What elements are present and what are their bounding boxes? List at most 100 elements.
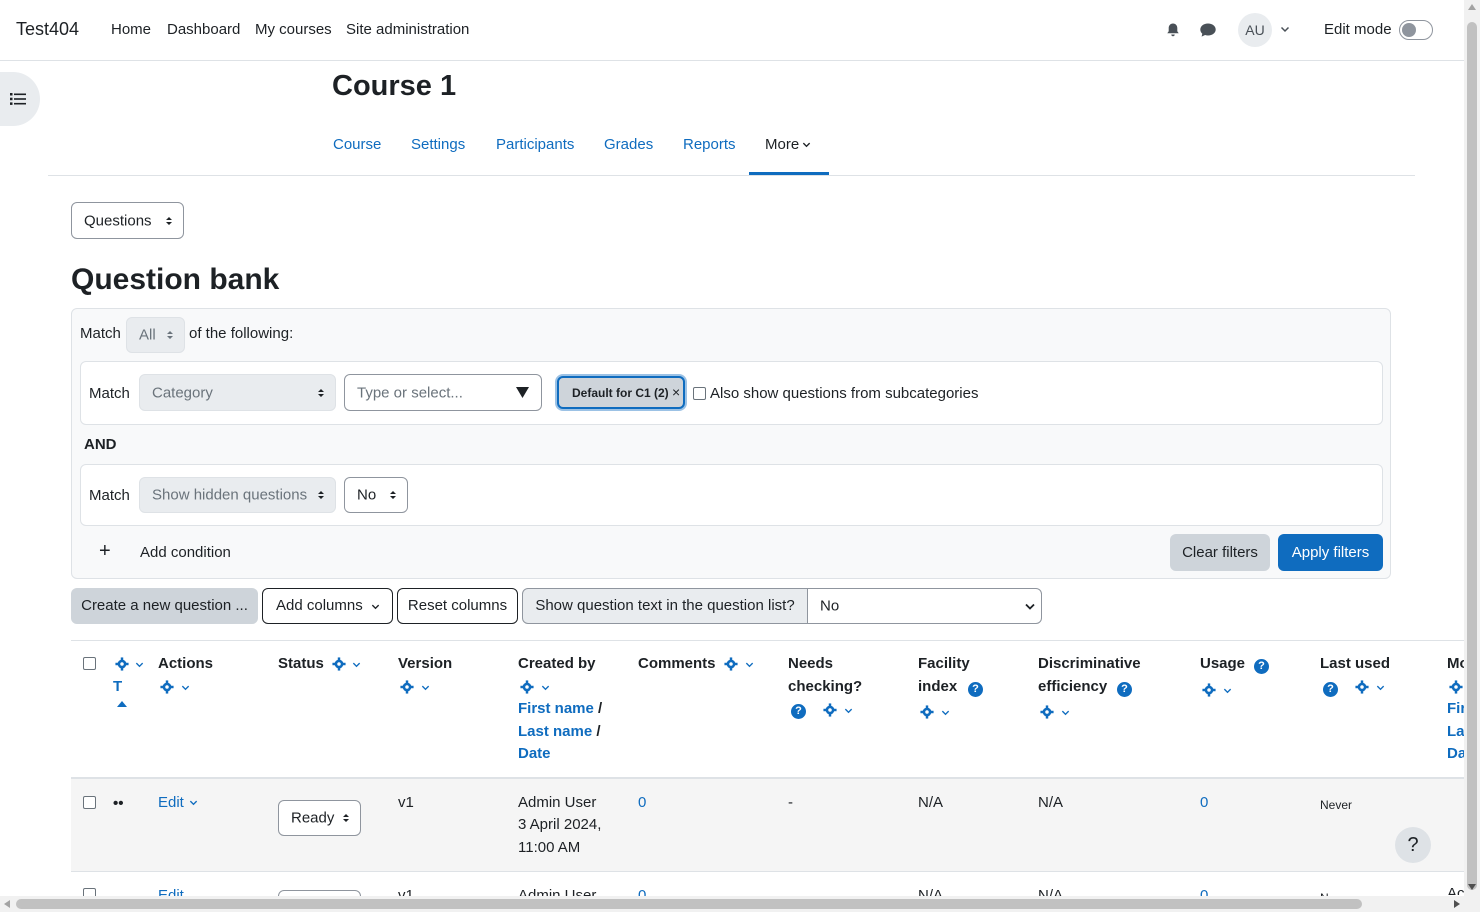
select-value: All: [139, 326, 156, 344]
chevron-down-icon[interactable]: [941, 708, 950, 717]
sort-link-last-name[interactable]: Last name: [518, 723, 592, 740]
gear-icon[interactable]: [520, 680, 534, 694]
help-icon[interactable]: ?: [1323, 682, 1338, 697]
row-comments-link[interactable]: 0: [638, 792, 646, 815]
row-edit-menu[interactable]: Edit: [158, 792, 198, 815]
status-select[interactable]: Ready: [278, 800, 361, 836]
help-icon[interactable]: ?: [968, 682, 983, 697]
gear-icon[interactable]: [1449, 680, 1463, 694]
gear-icon[interactable]: [920, 705, 934, 719]
chevron-down-icon[interactable]: [541, 683, 550, 692]
help-icon[interactable]: ?: [1117, 682, 1132, 697]
row-checkbox[interactable]: [83, 796, 96, 809]
chat-icon[interactable]: [1199, 22, 1217, 38]
gear-icon[interactable]: [1040, 705, 1054, 719]
chevron-down-icon[interactable]: [352, 660, 361, 669]
row-comments-link[interactable]: 0: [638, 885, 646, 896]
nav-site-administration[interactable]: Site administration: [346, 21, 469, 38]
sort-link-date[interactable]: Date: [518, 743, 551, 766]
tab-settings[interactable]: Settings: [411, 136, 465, 153]
gear-icon[interactable]: [400, 680, 414, 694]
nav-dashboard[interactable]: Dashboard: [167, 21, 240, 38]
row-discrimination: N/A: [1038, 794, 1064, 811]
header-usage: Usage: [1200, 655, 1246, 672]
chevron-down-icon[interactable]: [135, 660, 144, 669]
chevron-down-icon[interactable]: [1376, 683, 1385, 692]
chevron-down-icon[interactable]: [1280, 24, 1290, 34]
site-brand[interactable]: Test404: [16, 19, 79, 40]
scroll-up-arrow-icon[interactable]: [1468, 4, 1476, 10]
course-index-drawer-button[interactable]: [0, 72, 40, 126]
chevron-down-icon[interactable]: [745, 660, 754, 669]
select-all-checkbox[interactable]: [83, 657, 96, 670]
chevron-down-icon[interactable]: [1223, 686, 1232, 695]
dropdown-triangle-icon[interactable]: [516, 387, 529, 398]
category-search-input[interactable]: Type or select...: [344, 374, 542, 411]
gear-icon[interactable]: [332, 657, 346, 671]
header-last-used: Last used: [1320, 655, 1391, 672]
add-condition-button[interactable]: Add condition: [140, 544, 231, 561]
subcategories-checkbox[interactable]: [693, 387, 706, 400]
gear-icon[interactable]: [724, 657, 738, 671]
bell-icon[interactable]: [1165, 22, 1181, 38]
add-columns-button[interactable]: Add columns: [262, 588, 393, 624]
scroll-right-arrow-icon[interactable]: [1454, 900, 1460, 908]
chevron-down-icon[interactable]: [421, 683, 430, 692]
row-version: v1: [398, 794, 414, 811]
gear-icon[interactable]: [1355, 680, 1369, 694]
sort-link-first-name[interactable]: First name: [518, 700, 594, 717]
question-bank-page-select[interactable]: Questions: [71, 202, 184, 239]
help-icon[interactable]: ?: [1254, 659, 1269, 674]
user-avatar[interactable]: AU: [1238, 13, 1272, 47]
tab-reports[interactable]: Reports: [683, 136, 736, 153]
row-last-used: Never: [1320, 798, 1353, 812]
scroll-down-arrow-icon[interactable]: [1468, 884, 1476, 890]
selected-category-chip[interactable]: Default for C1 (2) ×: [557, 376, 685, 409]
page-title: Question bank: [71, 263, 280, 296]
and-label: AND: [84, 436, 117, 453]
plus-icon[interactable]: +: [99, 540, 111, 563]
row-checkbox[interactable]: [83, 888, 96, 896]
hidden-questions-select[interactable]: No: [344, 477, 408, 513]
tab-participants[interactable]: Participants: [496, 136, 574, 153]
nav-home[interactable]: Home: [111, 21, 151, 38]
remove-chip-icon[interactable]: ×: [672, 384, 680, 400]
row-usage-link[interactable]: 0: [1200, 885, 1208, 896]
scroll-left-arrow-icon[interactable]: [4, 900, 10, 908]
vertical-scrollbar-thumb[interactable]: [1467, 22, 1477, 890]
tab-course[interactable]: Course: [333, 136, 381, 153]
row-edit-menu[interactable]: Edit: [158, 885, 184, 896]
reset-columns-button[interactable]: Reset columns: [397, 588, 518, 624]
sort-arrows-icon: [167, 331, 173, 339]
nav-my-courses[interactable]: My courses: [255, 21, 332, 38]
sort-link-modified-last[interactable]: La: [1447, 721, 1464, 744]
header-discrimination-1: Discriminative: [1038, 655, 1141, 672]
header-facility-1: Facility: [918, 655, 970, 672]
search-placeholder: Type or select...: [357, 384, 463, 401]
gear-icon[interactable]: [115, 657, 129, 671]
subcategories-label[interactable]: Also show questions from subcategories: [710, 385, 978, 402]
show-text-select[interactable]: No: [807, 588, 1042, 624]
row-usage-link[interactable]: 0: [1200, 792, 1208, 815]
sort-link-modified-date[interactable]: Da: [1447, 743, 1464, 766]
clear-filters-button[interactable]: Clear filters: [1170, 534, 1270, 571]
tab-grades[interactable]: Grades: [604, 136, 653, 153]
match-jointype-select[interactable]: All: [126, 317, 185, 353]
condition-type-select[interactable]: Show hidden questions: [139, 477, 336, 513]
chevron-down-icon[interactable]: [1061, 708, 1070, 717]
edit-mode-toggle[interactable]: [1399, 20, 1433, 40]
gear-icon[interactable]: [823, 703, 837, 717]
apply-filters-button[interactable]: Apply filters: [1278, 534, 1383, 571]
gear-icon[interactable]: [160, 680, 174, 694]
horizontal-scrollbar-thumb[interactable]: [16, 899, 1362, 909]
gear-icon[interactable]: [1202, 683, 1216, 697]
create-question-button[interactable]: Create a new question ...: [71, 588, 258, 624]
help-button[interactable]: ?: [1395, 827, 1431, 863]
help-icon[interactable]: ?: [791, 704, 806, 719]
tab-more[interactable]: More: [765, 136, 811, 153]
sort-type-link[interactable]: T: [113, 676, 122, 699]
chevron-down-icon[interactable]: [844, 706, 853, 715]
condition-type-select[interactable]: Category: [139, 374, 336, 411]
sort-link-modified-first[interactable]: Fir: [1447, 698, 1464, 721]
chevron-down-icon[interactable]: [181, 683, 190, 692]
